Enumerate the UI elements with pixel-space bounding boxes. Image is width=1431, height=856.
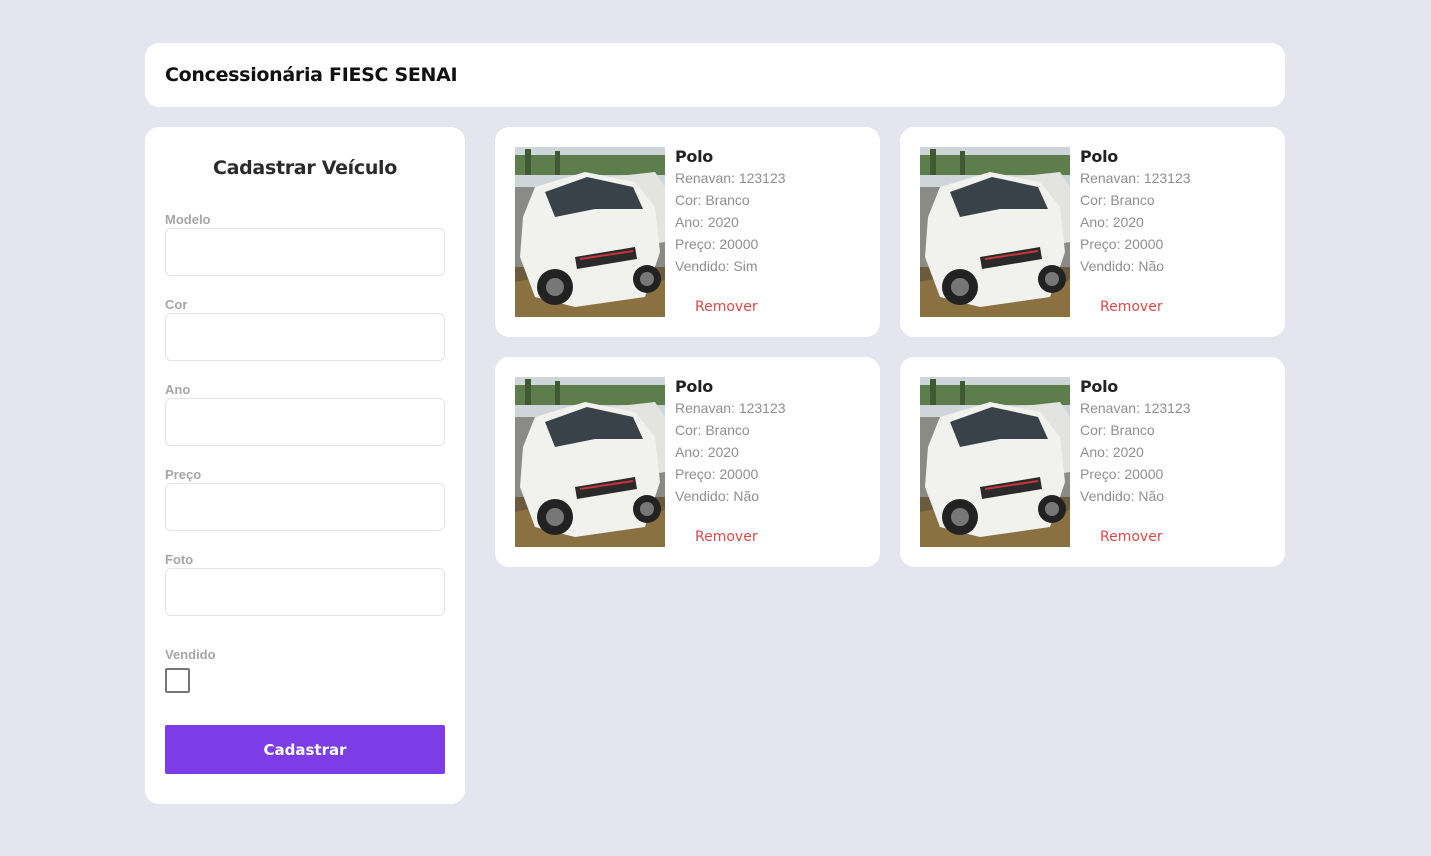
vendido-label: Vendido <box>165 647 216 662</box>
car-preco: Preço: 20000 <box>1080 466 1164 482</box>
car-info: Polo Renavan: 123123 Cor: Branco Ano: 20… <box>1080 377 1191 507</box>
car-renavan: Renavan: 123123 <box>675 400 786 416</box>
car-model: Polo <box>675 147 713 166</box>
foto-input[interactable] <box>165 568 445 616</box>
cor-input[interactable] <box>165 313 445 361</box>
preco-input[interactable] <box>165 483 445 531</box>
vendido-checkbox[interactable] <box>165 668 190 693</box>
remove-button[interactable]: Remover <box>1100 529 1163 545</box>
foto-label: Foto <box>165 552 194 567</box>
car-card: Polo Renavan: 123123 Cor: Branco Ano: 20… <box>495 357 880 567</box>
app-header: Concessionária FIESC SENAI <box>145 43 1285 107</box>
car-preco: Preço: 20000 <box>675 466 759 482</box>
preco-label: Preço <box>165 467 202 482</box>
app-title: Concessionária FIESC SENAI <box>165 64 458 86</box>
car-vendido: Vendido: Não <box>1080 488 1165 504</box>
car-cor: Cor: Branco <box>1080 422 1155 438</box>
cadastrar-button[interactable]: Cadastrar <box>165 725 445 774</box>
form-title: Cadastrar Veículo <box>212 157 398 179</box>
car-renavan: Renavan: 123123 <box>1080 170 1191 186</box>
car-photo <box>920 147 1070 317</box>
car-ano: Ano: 2020 <box>675 214 739 230</box>
car-card: Polo Renavan: 123123 Cor: Branco Ano: 20… <box>900 357 1285 567</box>
car-ano: Ano: 2020 <box>675 444 739 460</box>
car-cor: Cor: Branco <box>1080 192 1155 208</box>
car-preco: Preço: 20000 <box>1080 236 1164 252</box>
car-model: Polo <box>675 377 713 396</box>
car-card: Polo Renavan: 123123 Cor: Branco Ano: 20… <box>495 127 880 337</box>
car-info: Polo Renavan: 123123 Cor: Branco Ano: 20… <box>675 377 786 507</box>
car-cor: Cor: Branco <box>675 192 750 208</box>
car-photo <box>920 377 1070 547</box>
car-photo <box>515 377 665 547</box>
ano-label: Ano <box>165 382 191 397</box>
car-model: Polo <box>1080 147 1118 166</box>
cor-label: Cor <box>165 297 188 312</box>
modelo-label: Modelo <box>165 212 211 227</box>
car-info: Polo Renavan: 123123 Cor: Branco Ano: 20… <box>675 147 786 277</box>
car-info: Polo Renavan: 123123 Cor: Branco Ano: 20… <box>1080 147 1191 277</box>
remove-button[interactable]: Remover <box>695 529 758 545</box>
car-vendido: Vendido: Não <box>675 488 760 504</box>
car-preco: Preço: 20000 <box>675 236 759 252</box>
car-vendido: Vendido: Não <box>1080 258 1165 274</box>
car-ano: Ano: 2020 <box>1080 444 1144 460</box>
modelo-input[interactable] <box>165 228 445 276</box>
car-renavan: Renavan: 123123 <box>675 170 786 186</box>
vehicle-form: Cadastrar Veículo Modelo Cor Ano Preço F… <box>145 127 465 804</box>
car-photo <box>515 147 665 317</box>
car-model: Polo <box>1080 377 1118 396</box>
car-vendido: Vendido: Sim <box>675 258 758 274</box>
car-cor: Cor: Branco <box>675 422 750 438</box>
ano-input[interactable] <box>165 398 445 446</box>
remove-button[interactable]: Remover <box>695 299 758 315</box>
remove-button[interactable]: Remover <box>1100 299 1163 315</box>
car-ano: Ano: 2020 <box>1080 214 1144 230</box>
car-card: Polo Renavan: 123123 Cor: Branco Ano: 20… <box>900 127 1285 337</box>
car-renavan: Renavan: 123123 <box>1080 400 1191 416</box>
